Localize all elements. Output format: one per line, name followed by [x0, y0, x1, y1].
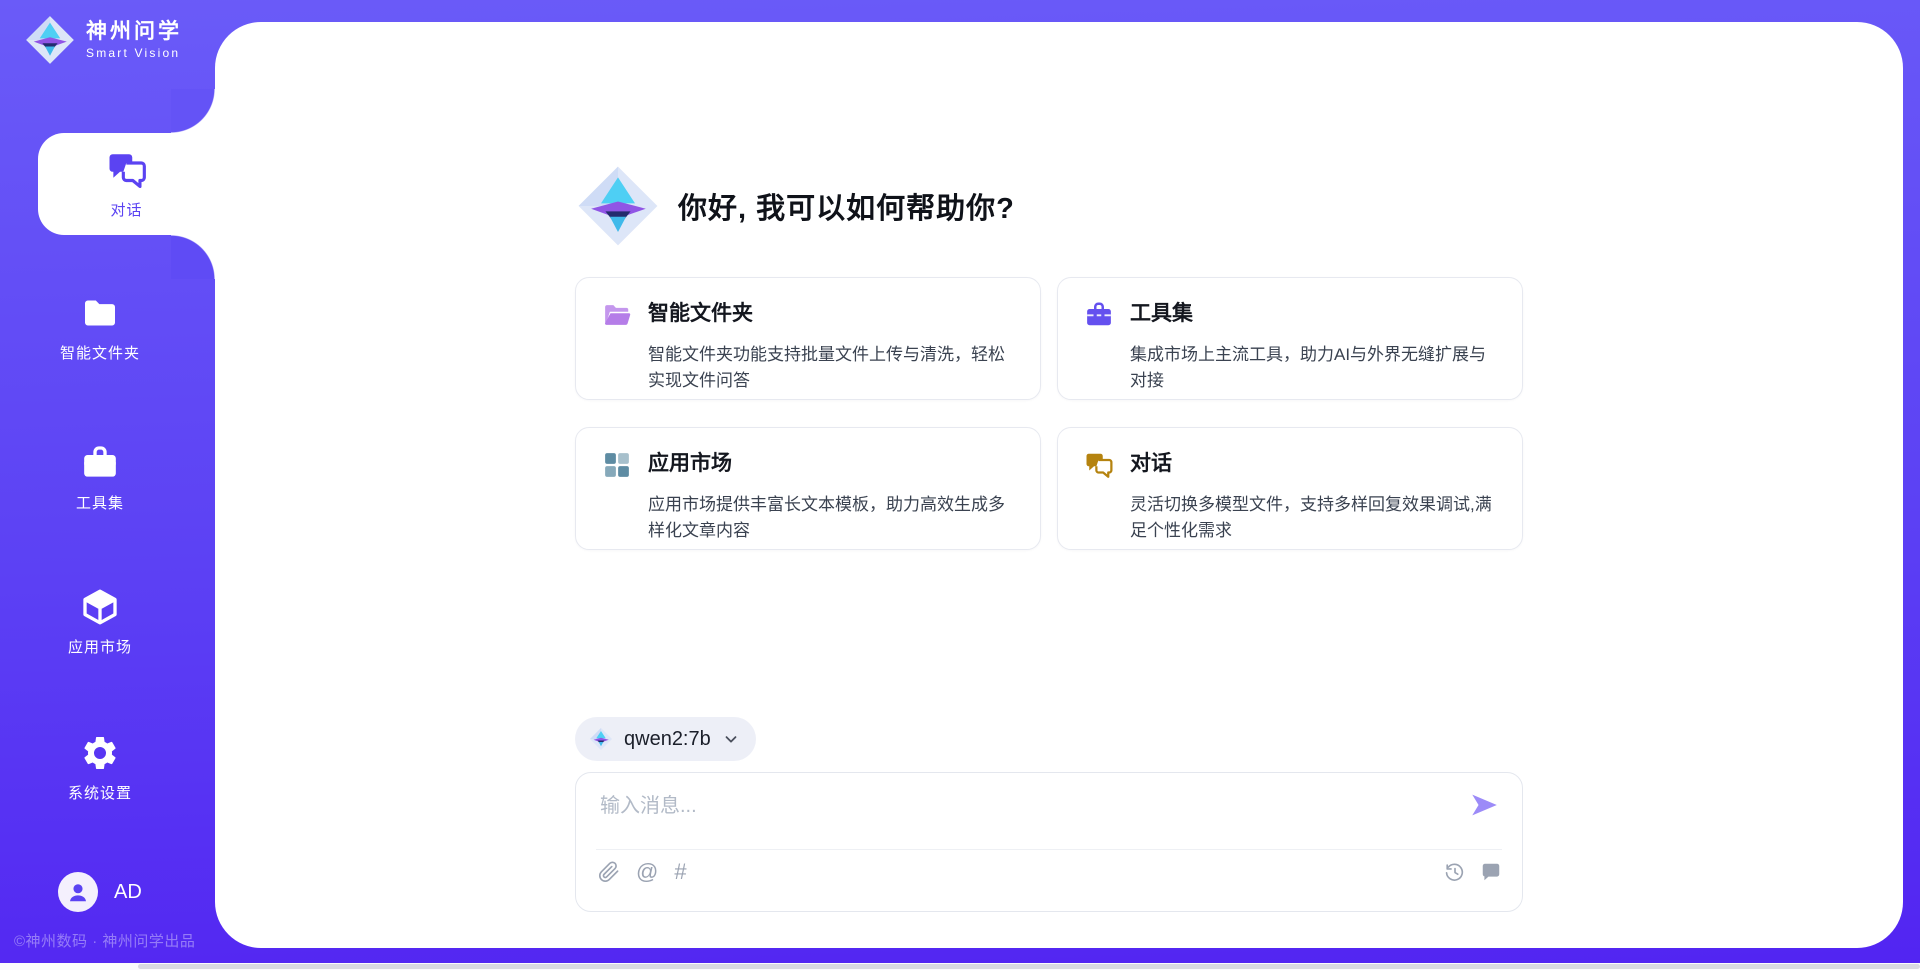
hash-icon: #: [674, 861, 686, 883]
hash-button[interactable]: #: [674, 861, 686, 883]
card-description: 智能文件夹功能支持批量文件上传与清洗，轻松实现文件问答: [648, 342, 1016, 399]
paperclip-icon: [598, 861, 620, 883]
app-logo: 神州问学 Smart Vision: [24, 14, 182, 66]
brand-diamond-icon: [575, 163, 661, 249]
chat-bubbles-icon: [1084, 450, 1114, 480]
active-tab-fillet-top: [171, 89, 215, 133]
card-description: 灵活切换多模型文件，支持多样回复效果调试,满足个性化需求: [1130, 492, 1498, 549]
mention-button[interactable]: @: [636, 861, 658, 883]
sidebar: 神州问学 Smart Vision 对话 智能文件夹 工具集 应用市场 系统设置…: [0, 0, 215, 970]
horizontal-scrollbar-thumb[interactable]: [138, 964, 1920, 969]
composer-divider: [596, 849, 1502, 850]
message-input[interactable]: [600, 789, 1460, 841]
send-icon: [1468, 789, 1500, 821]
card-chat[interactable]: 对话 灵活切换多模型文件，支持多样回复效果调试,满足个性化需求: [1057, 427, 1523, 550]
grid-icon: [602, 450, 632, 480]
card-title: 应用市场: [648, 448, 1016, 486]
card-smart-folder[interactable]: 智能文件夹 智能文件夹功能支持批量文件上传与清洗，轻松实现文件问答: [575, 277, 1041, 400]
brand-diamond-icon: [589, 727, 613, 751]
sidebar-item-label: 系统设置: [68, 782, 132, 803]
gear-icon: [80, 733, 120, 773]
message-composer: @ #: [575, 772, 1523, 912]
card-title: 智能文件夹: [648, 298, 1016, 336]
sidebar-item-smart-folder[interactable]: 智能文件夹: [0, 293, 200, 363]
card-title: 对话: [1130, 448, 1498, 486]
greeting-text: 你好, 我可以如何帮助你?: [678, 185, 1015, 227]
folder-icon: [80, 293, 120, 333]
sidebar-item-toolset[interactable]: 工具集: [0, 443, 200, 513]
card-toolset[interactable]: 工具集 集成市场上主流工具，助力AI与外界无缝扩展与对接: [1057, 277, 1523, 400]
model-name: qwen2:7b: [624, 728, 711, 751]
attach-file-button[interactable]: [598, 861, 620, 883]
card-title: 工具集: [1130, 298, 1498, 336]
card-app-market[interactable]: 应用市场 应用市场提供丰富长文本模板，助力高效生成多样化文章内容: [575, 427, 1041, 550]
app-title: 神州问学: [86, 20, 182, 44]
app-subtitle: Smart Vision: [86, 46, 182, 60]
composer-tools-left: @ #: [598, 861, 687, 883]
sidebar-item-chat[interactable]: 对话: [38, 133, 215, 235]
copyright-text: ©神州数码 · 神州问学出品: [14, 930, 195, 951]
avatar[interactable]: [58, 872, 98, 912]
horizontal-scrollbar: [0, 963, 1920, 970]
new-chat-button[interactable]: [1480, 861, 1502, 883]
person-icon: [65, 879, 91, 905]
active-tab-fillet-bottom: [171, 235, 215, 279]
sidebar-item-app-market[interactable]: 应用市场: [0, 587, 200, 657]
toolbox-icon: [1084, 300, 1114, 330]
toolbox-icon: [80, 443, 120, 483]
folder-open-icon: [602, 300, 632, 330]
history-button[interactable]: [1444, 861, 1466, 883]
cube-icon: [80, 587, 120, 627]
at-sign-icon: @: [636, 861, 658, 883]
card-description: 应用市场提供丰富长文本模板，助力高效生成多样化文章内容: [648, 492, 1016, 549]
chat-bubbles-icon: [106, 149, 148, 191]
history-icon: [1444, 861, 1466, 883]
chat-bubble-icon: [1480, 861, 1502, 883]
composer-tools-right: [1444, 861, 1502, 883]
chevron-down-icon: [722, 730, 740, 748]
user-name: AD: [114, 881, 142, 904]
sidebar-item-label: 对话: [110, 199, 142, 220]
main-panel: 你好, 我可以如何帮助你? 智能文件夹 智能文件夹功能支持批量文件上传与清洗，轻…: [215, 22, 1903, 948]
send-button[interactable]: [1468, 789, 1500, 821]
greeting: 你好, 我可以如何帮助你?: [575, 163, 1015, 249]
sidebar-item-label: 工具集: [76, 492, 124, 513]
card-description: 集成市场上主流工具，助力AI与外界无缝扩展与对接: [1130, 342, 1498, 399]
feature-cards: 智能文件夹 智能文件夹功能支持批量文件上传与清洗，轻松实现文件问答 工具集 集成…: [575, 277, 1523, 550]
brand-diamond-icon: [24, 14, 76, 66]
model-selector[interactable]: qwen2:7b: [575, 717, 756, 761]
sidebar-item-label: 智能文件夹: [60, 342, 140, 363]
sidebar-item-settings[interactable]: 系统设置: [0, 733, 200, 803]
sidebar-item-label: 应用市场: [68, 636, 132, 657]
user-profile[interactable]: AD: [58, 872, 142, 912]
